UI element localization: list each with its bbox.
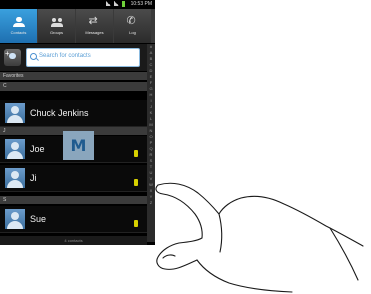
hand-illustration	[155, 182, 364, 293]
